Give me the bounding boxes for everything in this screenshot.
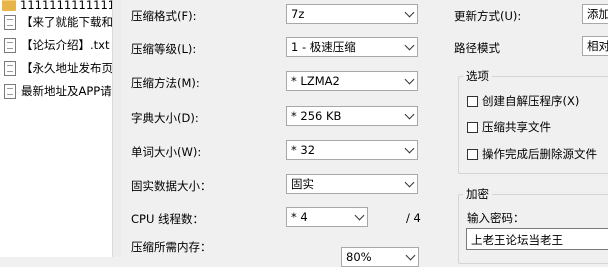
dict-value: * 256 KB [291, 109, 342, 123]
method-select[interactable]: * LZMA2 [286, 71, 418, 91]
word-value: * 32 [291, 143, 316, 157]
chevron-down-icon [401, 72, 417, 90]
file-name: 【来了就能下载和 [21, 15, 112, 29]
cpu-value: * 4 [291, 210, 308, 224]
word-label: 单词大小(W): [131, 145, 202, 159]
method-value: * LZMA2 [291, 74, 340, 88]
solid-value: 固实 [291, 177, 314, 191]
file-list: 11111111111111 【来了就能下载和 【论坛介绍】.txt 【永久地址… [0, 0, 112, 257]
text-file-icon [4, 83, 16, 99]
file-name: 【论坛介绍】.txt [21, 38, 110, 52]
update-label: 更新方式(U): [454, 9, 522, 23]
checkbox-box[interactable] [467, 121, 478, 133]
level-value: 1 - 极速压缩 [291, 40, 356, 54]
password-input[interactable]: 上老王论坛当老王 [466, 228, 608, 250]
format-label: 压缩格式(F): [131, 9, 197, 23]
shared-label: 压缩共享文件 [482, 120, 551, 134]
text-file-icon [4, 60, 16, 76]
path-label: 路径模式 [454, 41, 500, 55]
file-name: 最新地址及APP请 [21, 84, 112, 98]
text-file-icon [4, 14, 16, 30]
sfx-label: 创建自解压程序(X) [482, 94, 580, 108]
path-value: 相对 [587, 39, 608, 53]
shared-checkbox[interactable]: 压缩共享文件 [467, 119, 551, 135]
level-label: 压缩等级(L): [131, 42, 197, 56]
method-label: 压缩方法(M): [131, 76, 200, 90]
memory-label: 压缩所需内存： [131, 240, 212, 254]
options-title: 选项 [463, 68, 492, 84]
format-value: 7z [291, 7, 305, 21]
word-select[interactable]: * 32 [286, 140, 418, 160]
password-label: 输入密码： [467, 211, 525, 225]
list-item[interactable]: 【论坛介绍】.txt [0, 34, 112, 56]
list-item[interactable]: 【永久地址发布页 [0, 57, 112, 79]
solid-label: 固实数据大小： [131, 179, 212, 193]
dict-select[interactable]: * 256 KB [286, 106, 418, 126]
checkbox-box[interactable] [467, 148, 478, 160]
level-select[interactable]: 1 - 极速压缩 [286, 37, 418, 57]
encryption-title: 加密 [463, 186, 492, 202]
folder-icon [2, 0, 16, 11]
chevron-down-icon [402, 248, 418, 266]
cpu-total: / 4 [406, 211, 421, 225]
solid-select[interactable]: 固实 [286, 174, 418, 194]
dict-label: 字典大小(D): [131, 111, 199, 125]
sfx-checkbox[interactable]: 创建自解压程序(X) [467, 93, 579, 109]
memory-select[interactable]: 80% [341, 247, 419, 267]
chevron-down-icon [401, 107, 417, 125]
memory-value: 80% [346, 250, 372, 264]
chevron-down-icon [351, 208, 367, 226]
chevron-down-icon [401, 38, 417, 56]
checkbox-box[interactable] [467, 95, 478, 107]
chevron-down-icon [401, 141, 417, 159]
file-name: 【永久地址发布页 [21, 61, 112, 75]
delete-checkbox[interactable]: 操作完成后删除源文件 [467, 146, 597, 162]
pane-divider[interactable] [112, 0, 121, 257]
chevron-down-icon [401, 175, 417, 193]
list-item[interactable]: 最新地址及APP请 [0, 80, 112, 102]
delete-label: 操作完成后删除源文件 [482, 147, 597, 161]
path-select[interactable]: 相对 [582, 36, 608, 56]
list-item[interactable]: 【来了就能下载和 [0, 11, 112, 33]
update-select[interactable]: 添加 [582, 4, 608, 24]
chevron-down-icon [401, 5, 417, 23]
cpu-label: CPU 线程数： [131, 212, 205, 226]
format-select[interactable]: 7z [286, 4, 418, 24]
update-value: 添加 [587, 7, 608, 21]
cpu-select[interactable]: * 4 [286, 207, 368, 227]
text-file-icon [4, 37, 16, 53]
